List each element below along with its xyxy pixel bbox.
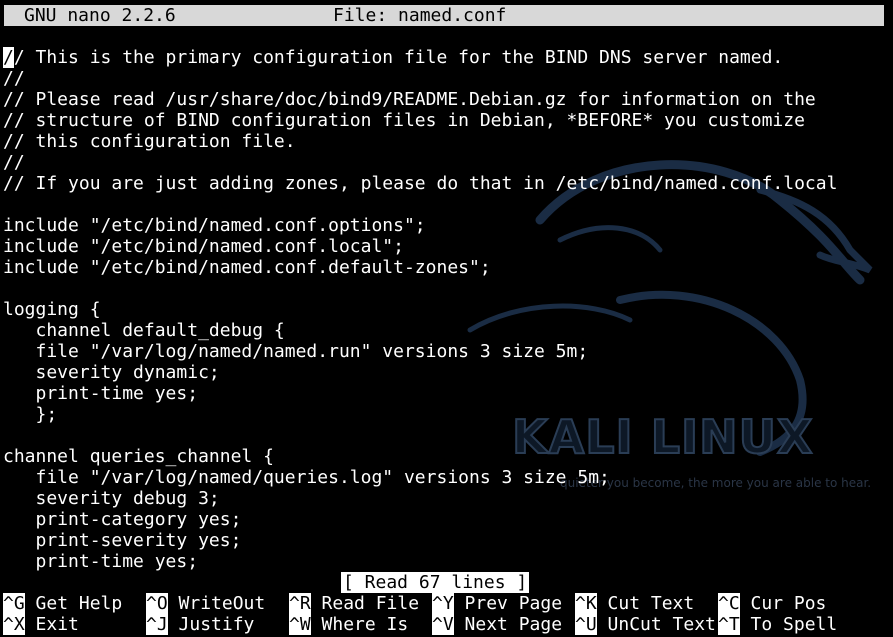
- shortcut-label: WriteOut: [167, 593, 266, 614]
- shortcut-to-spell[interactable]: ^T To Spell: [718, 614, 837, 635]
- shortcut-key: ^G: [3, 593, 25, 614]
- shortcut-get-help[interactable]: ^G Get Help: [3, 593, 122, 614]
- shortcut-label: Prev Page: [453, 593, 563, 614]
- shortcut-label: To Spell: [739, 614, 838, 635]
- editor-line[interactable]: severity debug 3;: [3, 488, 888, 509]
- editor-line[interactable]: // structure of BIND configuration files…: [3, 110, 888, 131]
- editor-line[interactable]: [3, 425, 888, 446]
- editor-line[interactable]: include "/etc/bind/named.conf.default-zo…: [3, 257, 888, 278]
- editor-line[interactable]: print-category yes;: [3, 509, 888, 530]
- shortcut-label: UnCut Text: [596, 614, 716, 635]
- shortcut-label: Next Page: [453, 614, 563, 635]
- editor-line[interactable]: print-time yes;: [3, 383, 888, 404]
- shortcut-read-file[interactable]: ^R Read File: [289, 593, 419, 614]
- shortcut-exit[interactable]: ^X Exit: [3, 614, 79, 635]
- editor-line[interactable]: //: [3, 68, 888, 89]
- shortcut-label: Cut Text: [596, 593, 695, 614]
- shortcut-cur-pos[interactable]: ^C Cur Pos: [718, 593, 826, 614]
- shortcut-key: ^W: [289, 614, 311, 635]
- shortcut-key: ^C: [718, 593, 740, 614]
- shortcut-cut-text[interactable]: ^K Cut Text: [575, 593, 694, 614]
- editor-line[interactable]: [3, 194, 888, 215]
- shortcut-label: Justify: [167, 614, 255, 635]
- editor-line[interactable]: // This is the primary configuration fil…: [3, 47, 888, 68]
- shortcut-writeout[interactable]: ^O WriteOut: [146, 593, 265, 614]
- shortcut-label: Cur Pos: [739, 593, 827, 614]
- editor-line[interactable]: severity dynamic;: [3, 362, 888, 383]
- nano-title-bar: GNU nano 2.2.6 File: named.conf: [4, 5, 884, 26]
- file-name: File: named.conf: [333, 5, 507, 26]
- shortcut-key: ^Y: [432, 593, 454, 614]
- shortcut-prev-page[interactable]: ^Y Prev Page: [432, 593, 562, 614]
- shortcut-label: Where Is: [310, 614, 409, 635]
- terminal-window: KALI LINUX quieter you become, the more …: [0, 0, 893, 637]
- shortcut-label: Get Help: [24, 593, 123, 614]
- status-message: [ Read 67 lines ]: [341, 572, 530, 593]
- shortcut-key: ^X: [3, 614, 25, 635]
- editor-line[interactable]: // Please read /usr/share/doc/bind9/READ…: [3, 89, 888, 110]
- app-name-version: GNU nano 2.2.6: [24, 5, 176, 26]
- text-cursor: /: [3, 47, 14, 68]
- editor-line[interactable]: // this configuration file.: [3, 131, 888, 152]
- shortcut-bar: ^G Get Help ^O WriteOut ^R Read File ^Y Pre…: [3, 593, 888, 635]
- shortcut-key: ^J: [146, 614, 168, 635]
- editor-line[interactable]: channel queries_channel {: [3, 446, 888, 467]
- editor-line[interactable]: print-time yes;: [3, 551, 888, 572]
- shortcut-key: ^U: [575, 614, 597, 635]
- editor-line[interactable]: logging {: [3, 299, 888, 320]
- editor-text-area[interactable]: // This is the primary configuration fil…: [3, 47, 888, 572]
- editor-line[interactable]: //: [3, 152, 888, 173]
- editor-line[interactable]: channel default_debug {: [3, 320, 888, 341]
- editor-line-rest: / This is the primary configuration file…: [13, 47, 784, 68]
- shortcut-key: ^R: [289, 593, 311, 614]
- editor-line[interactable]: file "/var/log/named/named.run" versions…: [3, 341, 888, 362]
- editor-line[interactable]: print-severity yes;: [3, 530, 888, 551]
- editor-line[interactable]: };: [3, 404, 888, 425]
- shortcut-key: ^V: [432, 614, 454, 635]
- editor-line[interactable]: file "/var/log/named/queries.log" versio…: [3, 467, 888, 488]
- shortcut-key: ^T: [718, 614, 740, 635]
- shortcut-justify[interactable]: ^J Justify: [146, 614, 254, 635]
- shortcut-label: Read File: [310, 593, 420, 614]
- shortcut-label: Exit: [24, 614, 79, 635]
- shortcut-where-is[interactable]: ^W Where Is: [289, 614, 408, 635]
- shortcut-uncut-text[interactable]: ^U UnCut Text: [575, 614, 716, 635]
- editor-line[interactable]: include "/etc/bind/named.conf.options";: [3, 215, 888, 236]
- shortcut-next-page[interactable]: ^V Next Page: [432, 614, 562, 635]
- shortcut-key: ^K: [575, 593, 597, 614]
- editor-line[interactable]: include "/etc/bind/named.conf.local";: [3, 236, 888, 257]
- editor-line[interactable]: [3, 278, 888, 299]
- editor-line[interactable]: // If you are just adding zones, please …: [3, 173, 888, 194]
- shortcut-key: ^O: [146, 593, 168, 614]
